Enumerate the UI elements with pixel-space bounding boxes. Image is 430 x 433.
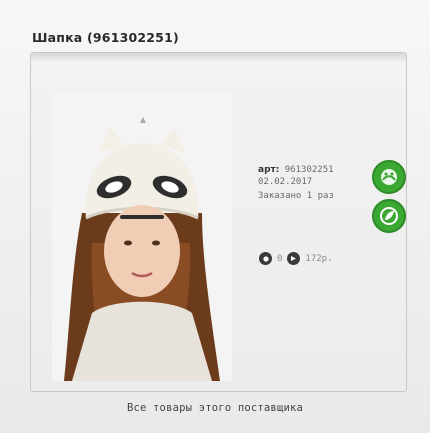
all-products-link[interactable]: Все товары этого поставщика bbox=[0, 402, 430, 414]
product-stats: 0 172р. bbox=[259, 252, 333, 265]
article-line: арт: 961302251 bbox=[258, 164, 334, 176]
article-label: арт: bbox=[258, 165, 280, 175]
article-value: 961302251 bbox=[284, 165, 334, 175]
views-count: 172р. bbox=[305, 253, 333, 264]
leaf-icon[interactable] bbox=[372, 199, 406, 233]
date-text: 02.02.2017 bbox=[258, 177, 313, 187]
likes-count: 0 bbox=[277, 253, 283, 264]
product-photo[interactable] bbox=[52, 93, 232, 381]
sticker-icon[interactable] bbox=[372, 160, 406, 194]
comment-icon[interactable] bbox=[259, 252, 272, 265]
ordered-count-text: Заказано 1 раз bbox=[258, 191, 334, 201]
page-title: Шапка (961302251) bbox=[32, 30, 179, 45]
eye-icon[interactable] bbox=[287, 252, 301, 265]
product-info: арт: 961302251 02.02.2017 Заказано 1 раз bbox=[258, 164, 334, 202]
